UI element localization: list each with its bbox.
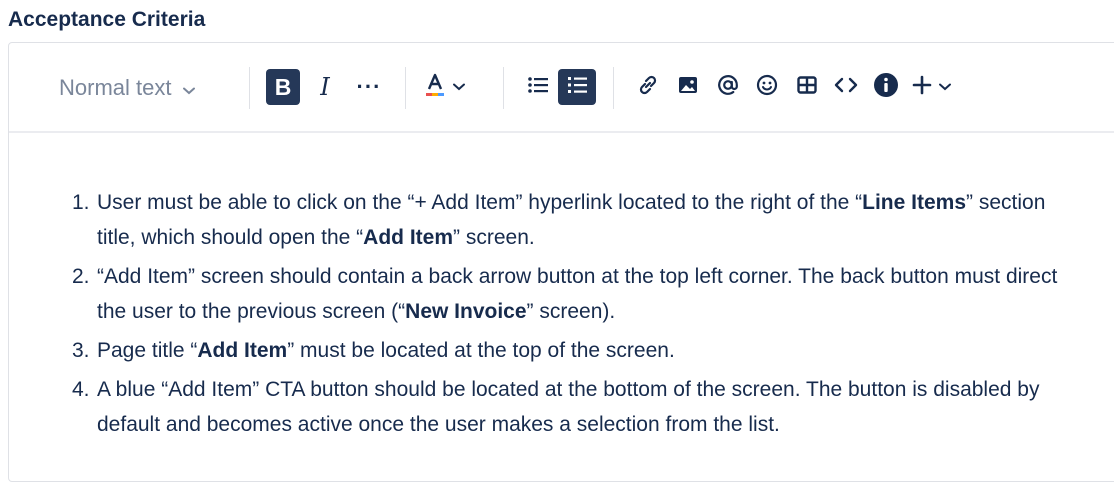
editor-toolbar: Normal text B I ···: [9, 43, 1114, 133]
code-button[interactable]: [829, 69, 863, 105]
chevron-down-icon: [183, 75, 196, 101]
text-style-label: Normal text: [59, 75, 172, 100]
mention-button[interactable]: [711, 69, 745, 105]
toolbar-divider: [249, 67, 250, 109]
list-item-number: 1.: [72, 191, 90, 214]
toolbar-divider: [613, 67, 614, 109]
image-button[interactable]: [671, 69, 705, 105]
emoji-icon: [755, 73, 779, 102]
table-button[interactable]: [790, 69, 824, 105]
table-icon: [796, 74, 818, 101]
rich-text-editor[interactable]: Normal text B I ··· 1. User must be able…: [8, 42, 1114, 482]
numbered-list-icon: [567, 76, 587, 99]
list-item: 1. User must be able to click on the “+ A…: [72, 185, 1077, 255]
list-item-text: ” screen.: [453, 226, 535, 249]
list-item-text: Page title “: [97, 339, 198, 362]
list-item: 2. “Add Item” screen should contain a bac…: [72, 259, 1077, 329]
chevron-down-icon: [939, 78, 951, 96]
image-icon: [677, 74, 699, 101]
list-item: 3. Page title “Add Item” must be located …: [72, 333, 1077, 368]
mention-icon: [716, 73, 740, 102]
emoji-button[interactable]: [750, 69, 784, 105]
list-item-text: A blue “Add Item” CTA button should be l…: [97, 378, 1040, 436]
bullet-list-icon: [528, 76, 548, 98]
bold-text: Add Item: [197, 339, 288, 362]
text-color-button[interactable]: [425, 69, 465, 105]
more-formatting-button[interactable]: ···: [352, 69, 386, 105]
list-item-text: User must be able to click on the “+ Add…: [97, 191, 863, 214]
info-panel-button[interactable]: [869, 69, 903, 105]
text-style-dropdown[interactable]: Normal text: [59, 70, 196, 106]
list-item-number: 3.: [72, 339, 90, 362]
bullet-list-button[interactable]: [521, 69, 555, 105]
text-color-icon: [425, 72, 445, 103]
italic-button[interactable]: I: [308, 69, 342, 105]
bold-button[interactable]: B: [266, 69, 300, 105]
bold-text: Line Items: [862, 191, 967, 214]
acceptance-criteria-list: 1. User must be able to click on the “+ A…: [72, 185, 1077, 446]
list-item-text: ” screen).: [526, 300, 616, 323]
chevron-down-icon: [453, 78, 465, 96]
code-icon: [834, 76, 858, 99]
bold-text: New Invoice: [405, 300, 527, 323]
info-panel-icon: [873, 72, 899, 103]
plus-icon: [911, 74, 933, 101]
toolbar-divider: [405, 67, 406, 109]
list-item-number: 4.: [72, 378, 90, 401]
field-label: Acceptance Criteria: [8, 8, 206, 31]
numbered-list-button[interactable]: [558, 69, 596, 105]
link-button[interactable]: [631, 69, 665, 105]
insert-menu-button[interactable]: [911, 69, 951, 105]
bold-text: Add Item: [363, 226, 454, 249]
toolbar-divider: [503, 67, 504, 109]
link-icon: [637, 74, 659, 101]
list-item: 4. A blue “Add Item” CTA button should be…: [72, 372, 1077, 442]
list-item-text: ” must be located at the top of the scre…: [287, 339, 675, 362]
list-item-number: 2.: [72, 265, 90, 288]
